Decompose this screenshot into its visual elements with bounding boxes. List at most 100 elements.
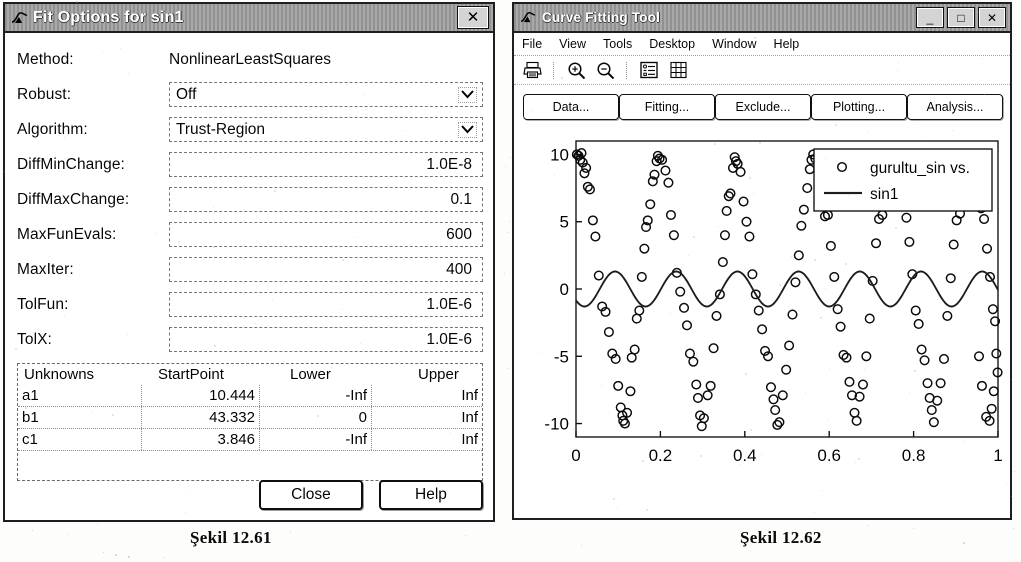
fit-options-dialog: Fit Options for sin1 ✕ Method: Nonlinear… — [3, 2, 495, 522]
zoom-out-icon[interactable] — [594, 60, 616, 81]
curve-fit-plot[interactable]: 0 0.2 0.4 0.6 0.8 1 10 5 0 -5 -10 gurultu_sin vs. si… — [514, 129, 1010, 501]
dialog-button-row: Close Help — [17, 480, 483, 510]
scan-speckle — [714, 143, 716, 145]
close-icon[interactable]: ✕ — [457, 6, 489, 29]
menu-item-help[interactable]: Help — [774, 37, 800, 51]
table-row[interactable]: b1 43.332 0 Inf — [18, 407, 482, 429]
diffminchange-input[interactable]: 1.0E-8 — [169, 152, 483, 177]
svg-text:0.6: 0.6 — [817, 446, 841, 465]
close-icon[interactable]: ✕ — [978, 7, 1006, 28]
scan-speckle — [921, 141, 922, 142]
svg-text:gurultu_sin vs.: gurultu_sin vs. — [870, 160, 970, 177]
scan-speckle — [835, 124, 837, 126]
print-icon[interactable] — [521, 60, 543, 81]
field-row-tolfun: TolFun: 1.0E-6 — [17, 287, 483, 322]
svg-text:1: 1 — [993, 446, 1002, 465]
algorithm-value: Trust-Region — [176, 121, 265, 139]
svg-text:0: 0 — [571, 446, 580, 465]
table-row[interactable]: c1 3.846 -Inf Inf — [18, 429, 482, 451]
chevron-down-icon[interactable] — [458, 87, 477, 103]
legend-toggle-icon[interactable] — [638, 60, 660, 81]
maximize-icon[interactable]: □ — [947, 7, 975, 28]
menu-item-view[interactable]: View — [559, 37, 586, 51]
cell-lower[interactable]: -Inf — [260, 385, 372, 406]
zoom-in-icon[interactable] — [565, 60, 587, 81]
cft-title: Curve Fitting Tool — [542, 10, 660, 25]
data-button[interactable]: Data... — [523, 94, 619, 120]
robust-dropdown[interactable]: Off — [169, 82, 483, 107]
scan-speckle — [848, 195, 849, 196]
cell-unknown: b1 — [18, 407, 142, 428]
cell-startpoint[interactable]: 10.444 — [142, 385, 260, 406]
scan-speckle — [978, 12, 979, 13]
scan-speckle — [581, 545, 582, 546]
cell-upper[interactable]: Inf — [372, 429, 482, 450]
scan-speckle — [913, 528, 914, 529]
scan-speckle — [574, 68, 575, 69]
scan-speckle — [469, 159, 470, 160]
curve-fitting-tool-window: Curve Fitting Tool _ □ ✕ File View Tools… — [512, 2, 1012, 520]
scan-speckle — [508, 232, 509, 233]
scan-speckle — [820, 317, 822, 319]
algorithm-dropdown[interactable]: Trust-Region — [169, 117, 483, 142]
unknowns-table[interactable]: Unknowns StartPoint Lower Upper a1 10.44… — [17, 363, 483, 481]
unknowns-table-header: Unknowns StartPoint Lower Upper — [18, 364, 482, 385]
cft-menubar: File View Tools Desktop Window Help — [514, 33, 1010, 56]
scan-speckle — [185, 512, 186, 513]
help-button[interactable]: Help — [379, 480, 483, 510]
label-maxiter: MaxIter: — [17, 261, 169, 279]
scan-speckle — [946, 85, 947, 86]
scan-speckle — [507, 368, 508, 369]
label-diffmaxchange: DiffMaxChange: — [17, 191, 169, 209]
maxiter-input[interactable]: 400 — [169, 257, 483, 282]
menu-item-desktop[interactable]: Desktop — [649, 37, 695, 51]
minimize-icon[interactable]: _ — [916, 7, 944, 28]
scan-speckle — [510, 157, 511, 158]
scan-speckle — [963, 441, 964, 442]
matlab-icon — [9, 9, 29, 27]
cell-upper[interactable]: Inf — [372, 407, 482, 428]
exclude-button[interactable]: Exclude... — [715, 94, 811, 120]
cell-lower[interactable]: -Inf — [260, 429, 372, 450]
figure-caption-left: Şekil 12.61 — [190, 528, 272, 548]
field-row-algorithm: Algorithm: Trust-Region — [17, 112, 483, 147]
header-lower: Lower — [280, 364, 406, 385]
fit-options-titlebar[interactable]: Fit Options for sin1 ✕ — [5, 4, 493, 33]
menu-item-window[interactable]: Window — [712, 37, 756, 51]
plotting-button[interactable]: Plotting... — [811, 94, 907, 120]
scan-speckle — [103, 552, 104, 553]
robust-value: Off — [176, 86, 196, 104]
diffmaxchange-input[interactable]: 0.1 — [169, 187, 483, 212]
menu-item-file[interactable]: File — [522, 37, 542, 51]
scan-speckle — [753, 193, 754, 194]
scan-speckle — [745, 373, 747, 375]
scan-speckle — [761, 454, 762, 455]
cell-upper[interactable]: Inf — [372, 385, 482, 406]
scan-speckle — [759, 142, 761, 144]
cell-startpoint[interactable]: 3.846 — [142, 429, 260, 450]
table-row[interactable]: a1 10.444 -Inf Inf — [18, 385, 482, 407]
tolfun-input[interactable]: 1.0E-6 — [169, 292, 483, 317]
scan-speckle — [681, 58, 682, 59]
scan-speckle — [1014, 471, 1015, 472]
cell-startpoint[interactable]: 43.332 — [142, 407, 260, 428]
scan-speckle — [99, 194, 100, 195]
tolx-input[interactable]: 1.0E-6 — [169, 327, 483, 352]
svg-text:10: 10 — [550, 145, 569, 164]
maxfunevals-input[interactable]: 600 — [169, 222, 483, 247]
scan-speckle — [76, 1, 78, 3]
menu-item-tools[interactable]: Tools — [603, 37, 632, 51]
chevron-down-icon[interactable] — [458, 122, 477, 138]
fitting-button[interactable]: Fitting... — [619, 94, 715, 120]
scan-speckle — [346, 84, 347, 85]
label-maxfunevals: MaxFunEvals: — [17, 226, 169, 244]
grid-toggle-icon[interactable] — [667, 60, 689, 81]
cell-lower[interactable]: 0 — [260, 407, 372, 428]
cft-titlebar[interactable]: Curve Fitting Tool _ □ ✕ — [514, 4, 1010, 33]
fit-options-body: Method: NonlinearLeastSquares Robust: Of… — [5, 33, 493, 522]
scan-speckle — [380, 349, 381, 350]
analysis-button[interactable]: Analysis... — [907, 94, 1003, 120]
value-method: NonlinearLeastSquares — [169, 51, 331, 69]
scan-speckle — [465, 535, 466, 536]
close-button[interactable]: Close — [259, 480, 363, 510]
